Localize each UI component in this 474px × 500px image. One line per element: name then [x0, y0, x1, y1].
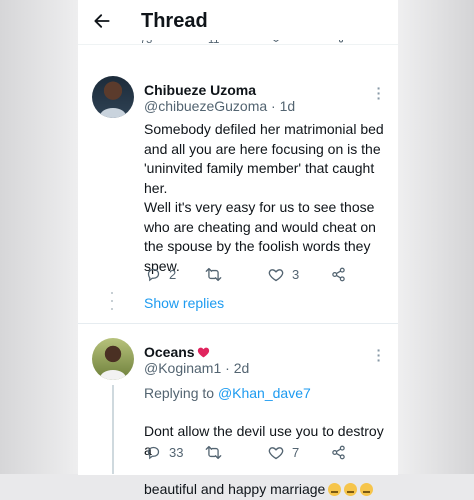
avatar-shirt	[100, 370, 126, 380]
like-icon	[268, 269, 284, 282]
like-button[interactable]: 7	[268, 445, 299, 460]
replying-prefix: Replying to	[144, 385, 218, 401]
author-handle[interactable]: @chibuezeGuzoma · 1d	[144, 98, 295, 114]
previous-like-icon[interactable]	[270, 40, 282, 46]
avatar-shirt	[100, 108, 126, 118]
thread-line	[112, 385, 114, 474]
previous-share-icon[interactable]	[332, 40, 344, 46]
background-left	[0, 0, 78, 474]
author-handle[interactable]: @Koginam1 · 2d	[144, 360, 249, 376]
pensive-emoji	[328, 483, 342, 496]
avatar[interactable]	[92, 76, 134, 118]
thread-header: Thread	[78, 0, 398, 45]
pensive-emoji	[344, 483, 358, 496]
previous-retweet-count: 11	[208, 40, 220, 46]
author-name-text: Oceans	[144, 344, 195, 360]
reply-button[interactable]: 33	[146, 445, 183, 460]
more-icon[interactable]: · · ·	[376, 343, 382, 367]
previous-tweet-actions: 73 11	[78, 40, 398, 48]
page-title: Thread	[141, 10, 208, 32]
tweet-text-line2: beautiful and happy marriage	[144, 481, 326, 497]
share-button[interactable]	[331, 445, 346, 460]
share-icon	[332, 267, 345, 282]
avatar[interactable]	[92, 338, 134, 380]
tweet-text: Somebody defiled her matrimonial bed and…	[144, 121, 384, 274]
previous-reply-count: 73	[140, 40, 153, 46]
reply-count: 2	[169, 267, 177, 282]
retweet-button[interactable]	[205, 267, 222, 282]
like-count: 3	[292, 267, 300, 282]
retweet-icon	[205, 445, 222, 460]
more-icon[interactable]: · · ·	[376, 81, 382, 105]
retweet-icon	[205, 267, 222, 282]
retweet-button[interactable]	[205, 445, 222, 460]
author-name[interactable]: Chibueze Uzoma	[144, 82, 256, 98]
pensive-emoji	[360, 483, 374, 496]
like-icon	[268, 447, 284, 460]
like-count: 7	[292, 445, 300, 460]
reply-button[interactable]: 2	[146, 267, 176, 282]
reply-count: 33	[169, 445, 184, 460]
share-icon	[332, 445, 345, 460]
background-right	[398, 0, 474, 474]
back-arrow-icon[interactable]	[92, 11, 112, 31]
share-button[interactable]	[331, 267, 346, 282]
author-name[interactable]: Oceans	[144, 344, 210, 360]
replying-to: Replying to @Khan_dave7	[144, 385, 311, 401]
show-replies-link[interactable]: Show replies	[144, 295, 224, 311]
reply-icon	[147, 268, 160, 282]
reply-icon	[147, 446, 160, 460]
red-heart-emoji	[197, 347, 209, 358]
thread-connector-dots	[111, 292, 113, 310]
like-button[interactable]: 3	[268, 267, 299, 282]
replying-mention[interactable]: @Khan_dave7	[218, 385, 311, 401]
